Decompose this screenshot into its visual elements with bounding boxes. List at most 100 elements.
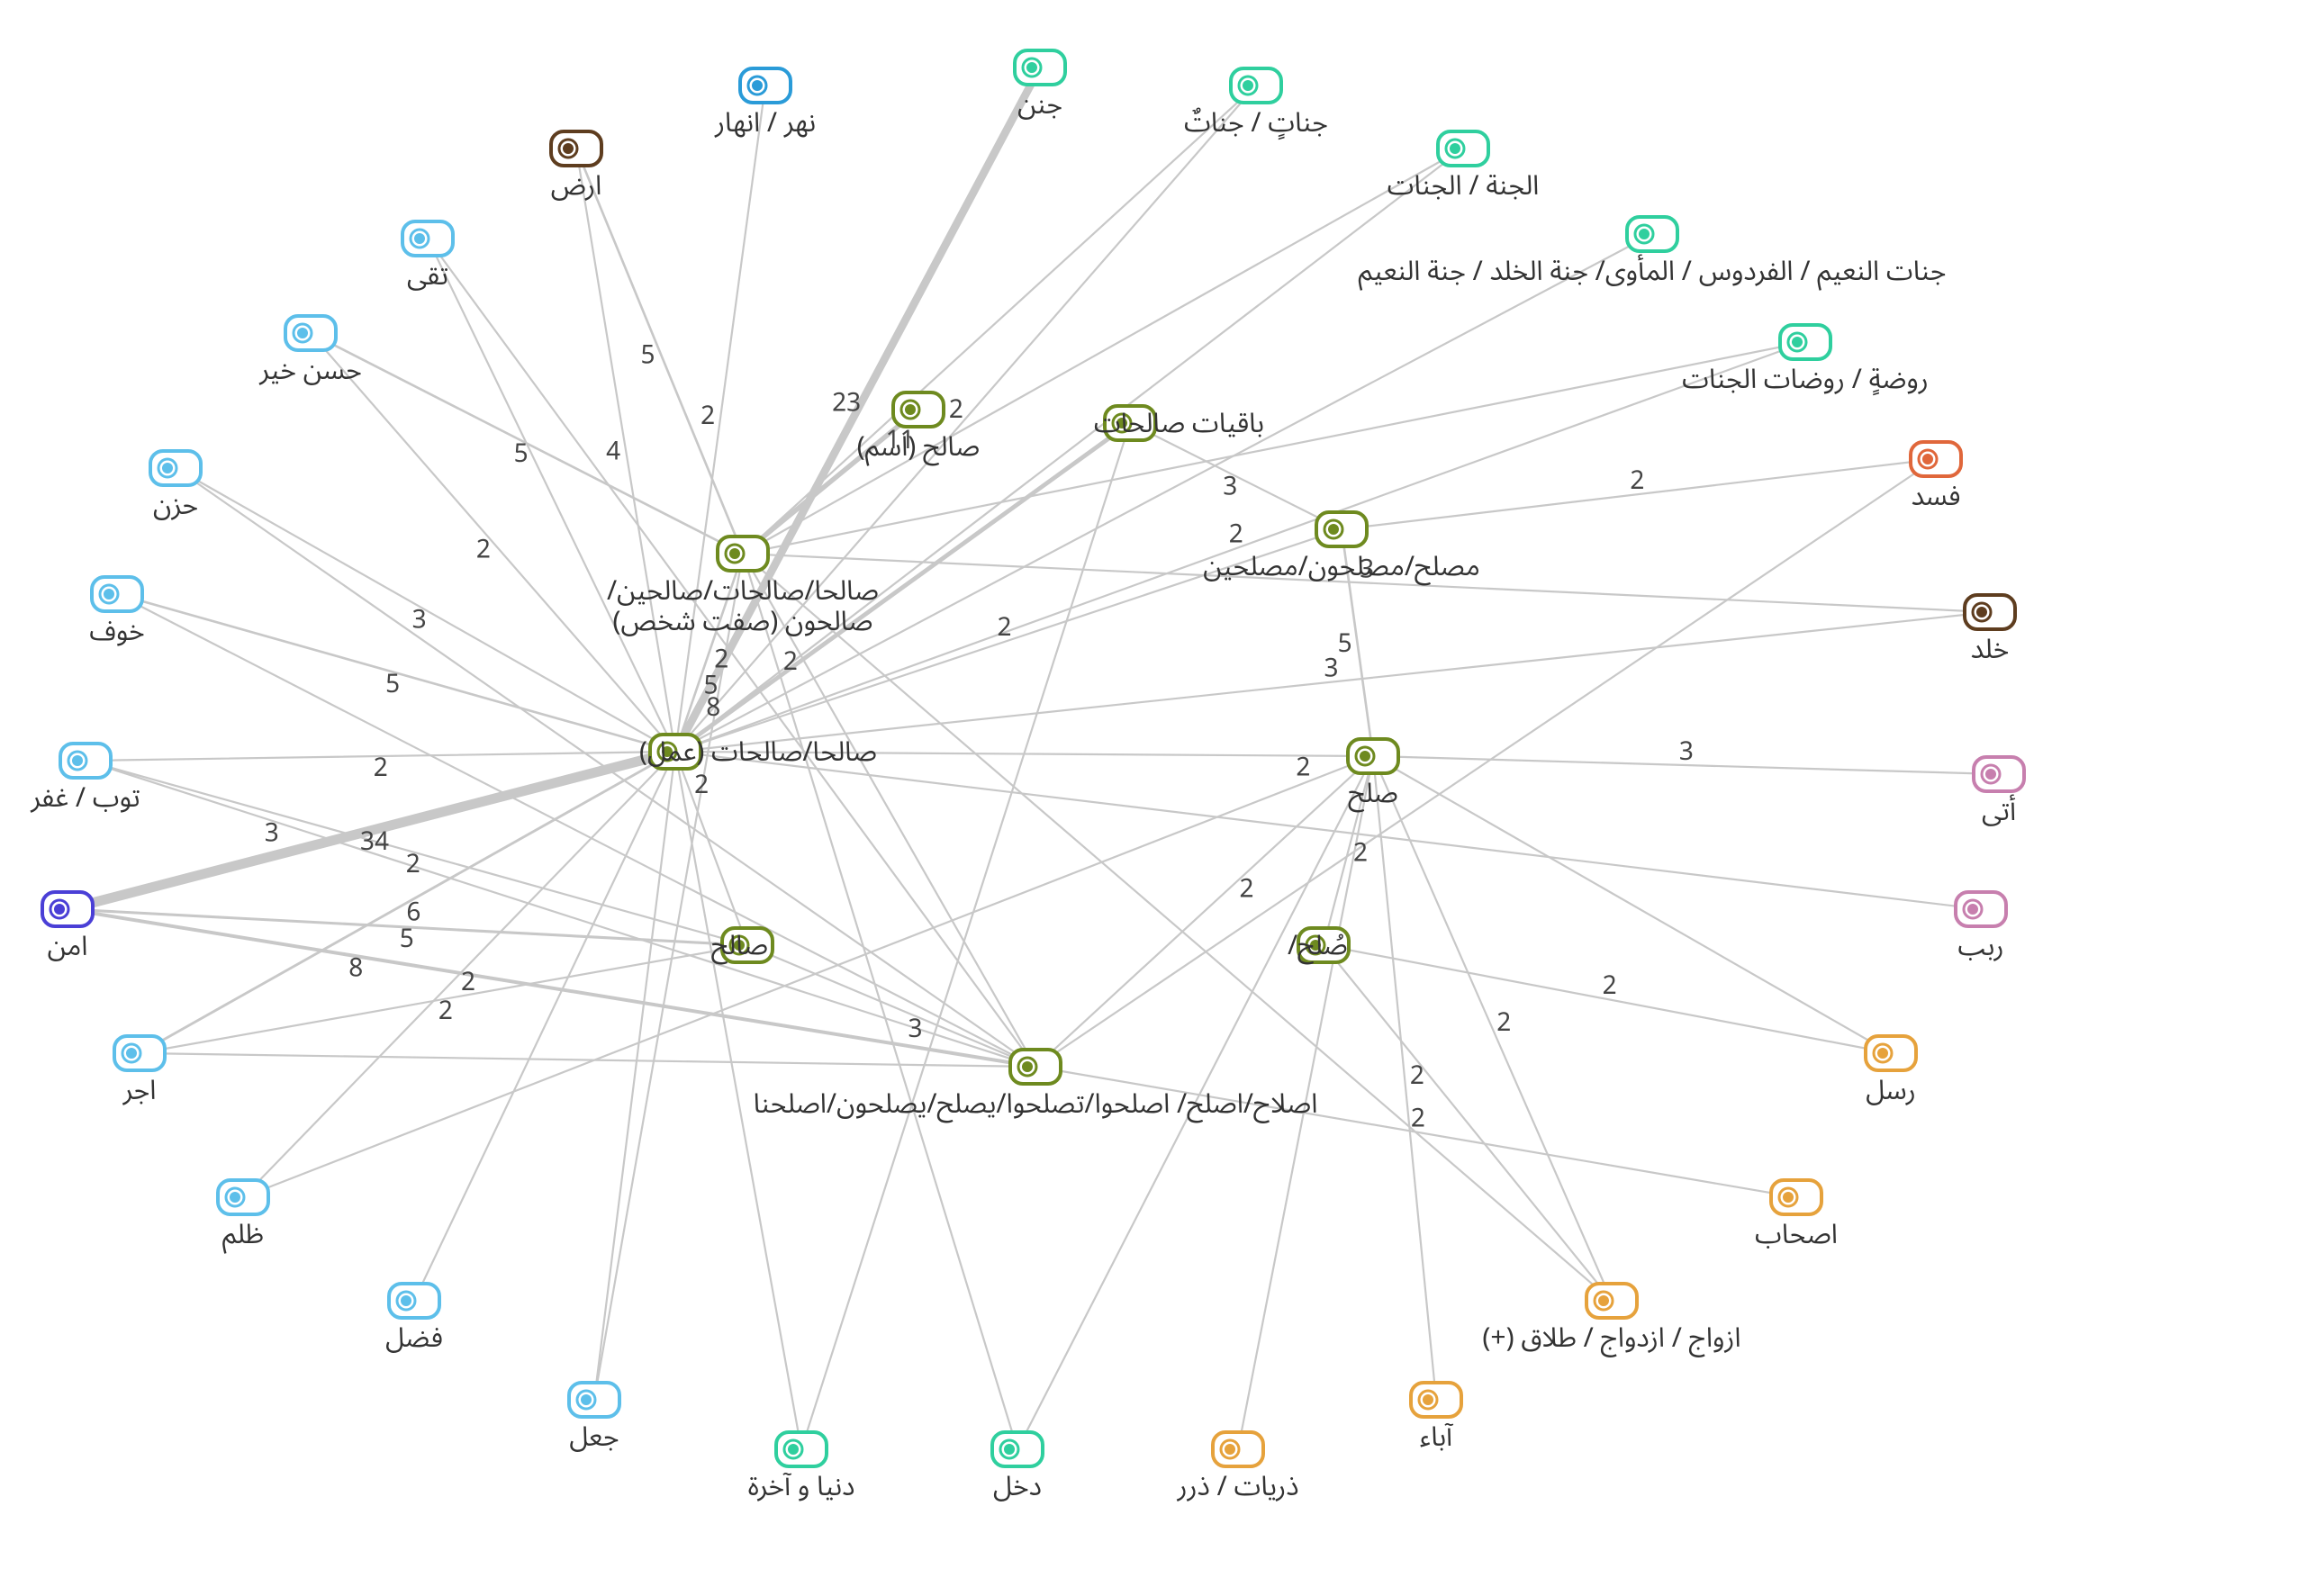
graph-node[interactable]: فضل	[385, 1284, 443, 1367]
edge	[1373, 756, 1436, 1400]
node-label: اصحاب	[1755, 1207, 1838, 1264]
graph-node[interactable]: حزن	[150, 451, 201, 535]
node-dot-icon	[729, 548, 740, 559]
graph-node[interactable]: ظلم	[218, 1180, 268, 1264]
node-dot-icon	[1450, 143, 1460, 154]
node-dot-icon	[1877, 1048, 1888, 1059]
edge	[743, 86, 1256, 554]
node-dot-icon	[1967, 904, 1978, 915]
edge	[743, 149, 1463, 554]
node-label: جناتٍ / جناتٌ	[1184, 95, 1328, 152]
edge-weight-label: 3	[1679, 726, 1694, 779]
edge	[176, 468, 1035, 1067]
edge	[747, 945, 1035, 1067]
graph-node[interactable]: جنن	[1015, 50, 1065, 134]
node-dot-icon	[1360, 751, 1370, 762]
node-label: اجر	[122, 1063, 157, 1120]
graph-node[interactable]: خلد	[1965, 595, 2015, 679]
graph-node[interactable]: اصلاح/اصلح/ اصلحوا/تصلحوا/يصلح/يصلحون/اص…	[754, 1050, 1318, 1133]
graph-node[interactable]: دنيا و آخرة	[748, 1432, 855, 1516]
node-label: دخل	[993, 1459, 1042, 1516]
node-dot-icon	[104, 589, 114, 600]
node-label: صالحا/صالحات (عمل)	[639, 725, 877, 781]
node-dot-icon	[54, 904, 65, 915]
node-dot-icon	[1423, 1394, 1433, 1405]
node-dot-icon	[1243, 80, 1253, 91]
node-label: صالح	[711, 918, 768, 975]
node-label: ظلم	[222, 1207, 264, 1264]
graph-node[interactable]: صالحا/صالحات (عمل)	[639, 725, 877, 781]
graph-node[interactable]: مصلح/مصلحون/مصلحين	[1203, 512, 1479, 596]
graph-node[interactable]: امن	[42, 892, 93, 976]
graph-node[interactable]: فسد	[1911, 442, 1961, 526]
graph-node[interactable]: دخل	[992, 1432, 1043, 1516]
node-dot-icon	[1598, 1295, 1609, 1306]
graph-node[interactable]: تقى	[402, 221, 453, 305]
node-dot-icon	[1783, 1192, 1794, 1203]
node-label: فضل	[385, 1311, 443, 1367]
graph-node[interactable]: روضةٍ / روضات الجنات	[1682, 325, 1929, 409]
node-dot-icon	[1022, 1061, 1033, 1072]
graph-node[interactable]: نهر / انهار	[714, 68, 816, 152]
graph-node[interactable]: حسن خير	[258, 316, 362, 400]
node-dot-icon	[1639, 229, 1650, 239]
graph-node[interactable]: اجر	[114, 1036, 165, 1120]
node-dot-icon	[1225, 1444, 1235, 1455]
graph-node[interactable]: ربب	[1956, 892, 2006, 976]
graph-node[interactable]: الجنة / الجنات	[1388, 131, 1540, 215]
node-dot-icon	[1004, 1444, 1015, 1455]
node-dot-icon	[414, 233, 425, 244]
node-dot-icon	[162, 463, 173, 473]
edge	[68, 909, 1035, 1067]
node-label: رسل	[1866, 1063, 1916, 1120]
edge-weight-label: 4	[606, 425, 620, 478]
graph-node[interactable]: جناتٍ / جناتٌ	[1184, 68, 1328, 152]
node-label: جعل	[569, 1410, 619, 1466]
graph-node[interactable]: آباء	[1411, 1383, 1461, 1466]
graph-node[interactable]: صلح	[1348, 739, 1398, 823]
graph-node[interactable]: ذريات / ذرر	[1177, 1432, 1299, 1516]
node-label: تقى	[407, 248, 448, 305]
edge-weight-label: 5	[703, 660, 718, 713]
edge-weight-label: 3	[1223, 461, 1237, 514]
edge-weight-label: 2	[1496, 996, 1511, 1050]
edge-weight-label: 2	[1239, 862, 1253, 915]
edge-weight-label: 2	[998, 601, 1012, 654]
edge	[86, 761, 1035, 1067]
graph-node[interactable]: باقيات صالحات	[1094, 396, 1264, 453]
node-dot-icon	[563, 143, 574, 154]
graph-node[interactable]: توب / غفر	[30, 744, 140, 827]
graph-node[interactable]: صالح	[711, 918, 773, 975]
graph-node[interactable]: أتى	[1974, 757, 2024, 841]
node-dot-icon	[72, 755, 83, 766]
edge-weight-label: 3	[265, 807, 279, 860]
node-dot-icon	[1976, 607, 1987, 618]
graph-node[interactable]: جعل	[569, 1383, 619, 1466]
edge-weight-label: 3	[908, 1003, 923, 1056]
node-label: جنن	[1017, 77, 1062, 134]
graph-node[interactable]: ازواج / ازدواج / طلاق (+)	[1482, 1284, 1740, 1367]
edge-weight-label: 2	[1296, 741, 1310, 794]
edge-weight-label: 5	[641, 329, 655, 382]
node-label: ازواج / ازدواج / طلاق (+)	[1482, 1311, 1740, 1367]
graph-node[interactable]: ارض	[551, 131, 601, 215]
edge-weight-label: 2	[1603, 960, 1617, 1013]
graph-node[interactable]: جنات النعيم / الفردوس / المأوى/ جنة الخل…	[1359, 217, 1947, 301]
graph-node[interactable]: صالحا/صالحات/صالحين/صالحون (صفت شخص)	[607, 537, 879, 651]
node-label: صالحون (صفت شخص)	[613, 594, 873, 651]
edge-weight-label: 2	[374, 742, 388, 795]
graph-node[interactable]: صُلح/	[1288, 918, 1349, 975]
node-label: باقيات صالحات	[1094, 396, 1264, 453]
node-label: مصلح/مصلحون/مصلحين	[1203, 539, 1479, 596]
edge-weight-label: 2	[406, 838, 420, 891]
node-dot-icon	[230, 1192, 240, 1203]
node-dot-icon	[401, 1295, 411, 1306]
graph-node[interactable]: رسل	[1866, 1036, 1916, 1120]
node-label: ارض	[551, 158, 601, 215]
graph-node[interactable]: خوف	[89, 577, 144, 661]
edge	[594, 752, 675, 1400]
edge	[414, 752, 675, 1301]
node-label: صُلح/	[1288, 918, 1348, 975]
node-dot-icon	[752, 80, 763, 91]
edge-weight-label: 3	[412, 594, 427, 647]
